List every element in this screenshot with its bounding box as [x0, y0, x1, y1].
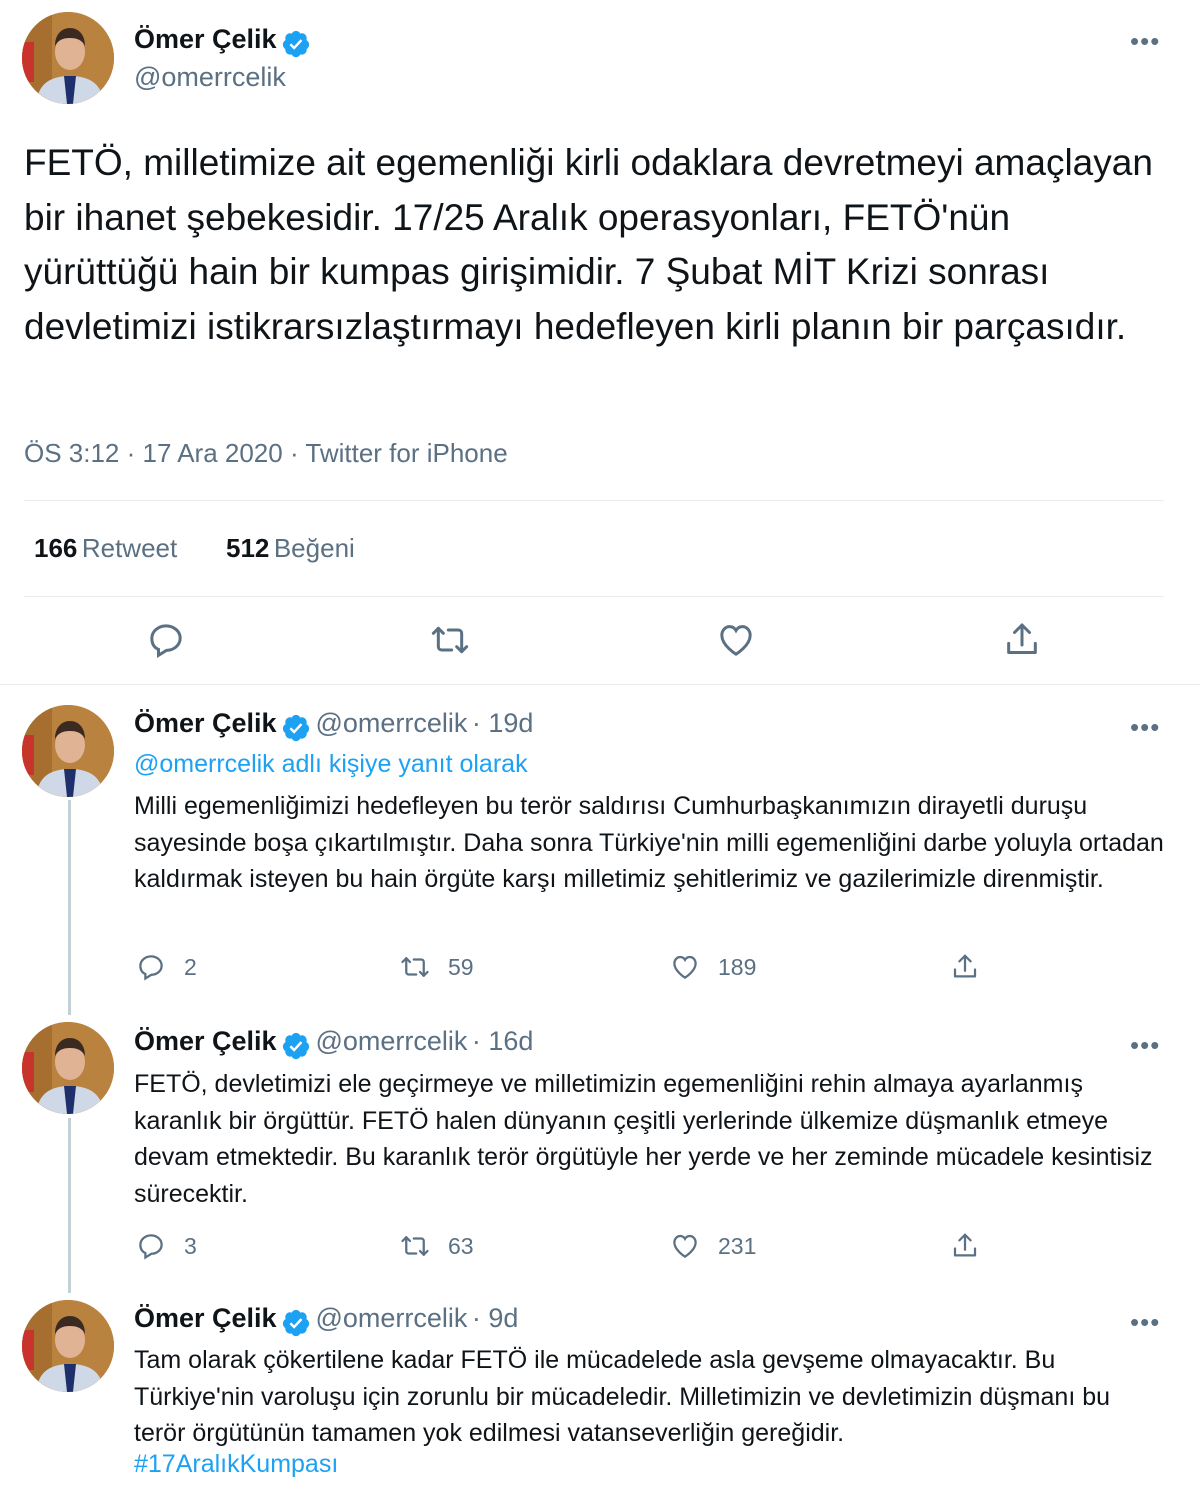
retweet-icon	[400, 1231, 430, 1261]
like-count: 512	[226, 533, 270, 563]
more-icon[interactable]: •••	[1130, 1030, 1160, 1061]
verified-badge-icon	[281, 713, 311, 743]
author-name[interactable]: Ömer Çelik	[134, 24, 277, 54]
more-icon[interactable]: •••	[1130, 712, 1160, 743]
retweet-count: 166	[34, 533, 78, 563]
reply-header: Ömer Çelik @omerrcelik · 19d	[134, 708, 533, 743]
hashtag-link[interactable]: #17AralıkKumpası	[134, 1450, 338, 1479]
reply-action[interactable]: 3	[136, 1231, 197, 1261]
divider	[0, 684, 1200, 685]
tweet-text: Milli egemenliğimizi hedefleyen bu terör…	[134, 792, 1164, 893]
reply-count: 2	[184, 953, 197, 980]
reply-header: Ömer Çelik @omerrcelik · 9d	[134, 1303, 518, 1338]
author-handle[interactable]: @omerrcelik	[315, 1026, 467, 1056]
avatar[interactable]	[22, 1300, 114, 1392]
reply-icon[interactable]	[146, 620, 186, 660]
reply-icon	[136, 1231, 166, 1261]
more-icon[interactable]: •••	[1130, 26, 1160, 57]
retweet-count: 63	[448, 1232, 474, 1259]
reply-count: 3	[184, 1232, 197, 1259]
more-icon[interactable]: •••	[1130, 1307, 1160, 1338]
like-action[interactable]: 189	[670, 952, 756, 982]
avatar[interactable]	[22, 12, 114, 104]
author-header: Ömer Çelik	[134, 24, 311, 59]
like-count: 231	[718, 1232, 757, 1259]
tweet-text: FETÖ, devletimizi ele geçirmeye ve mille…	[134, 1070, 1153, 1208]
tweet-time[interactable]: · 9d	[472, 1303, 519, 1333]
like-label: Beğeni	[273, 533, 355, 563]
like-icon	[670, 1231, 700, 1261]
reply-action[interactable]: 2	[136, 952, 197, 982]
tweet-text: FETÖ, milletimize ait egemenliği kirli o…	[24, 142, 1153, 347]
reply-to-label[interactable]: @omerrcelik adlı kişiye yanıt olarak	[134, 750, 528, 779]
verified-badge-icon	[281, 1308, 311, 1338]
author-name[interactable]: Ömer Çelik	[134, 1303, 277, 1333]
author-name[interactable]: Ömer Çelik	[134, 708, 277, 738]
retweet-icon[interactable]	[430, 620, 470, 660]
like-stat[interactable]: 512 Beğeni	[226, 533, 355, 564]
like-action[interactable]: 231	[670, 1231, 756, 1261]
retweet-action[interactable]: 59	[400, 952, 474, 982]
author-handle[interactable]: @omerrcelik	[315, 1303, 467, 1333]
thread-line	[68, 1118, 71, 1293]
retweet-action[interactable]: 63	[400, 1231, 474, 1261]
retweet-label: Retweet	[81, 533, 178, 563]
avatar[interactable]	[22, 705, 114, 797]
retweet-icon	[400, 952, 430, 982]
verified-badge-icon	[281, 29, 311, 59]
reply-icon	[136, 952, 166, 982]
divider	[24, 596, 1164, 597]
like-icon	[670, 952, 700, 982]
author-handle[interactable]: @omerrcelik	[315, 708, 467, 738]
tweet-meta: ÖS 3:12 · 17 Ara 2020 · Twitter for iPho…	[24, 438, 508, 468]
reply-header: Ömer Çelik @omerrcelik · 16d	[134, 1026, 533, 1061]
like-count: 189	[718, 953, 757, 980]
retweet-count: 59	[448, 953, 474, 980]
tweet-text: Tam olarak çökertilene kadar FETÖ ile mü…	[134, 1346, 1111, 1447]
like-icon[interactable]	[716, 620, 756, 660]
tweet-time[interactable]: · 19d	[472, 708, 534, 738]
thread-line	[68, 800, 71, 1015]
share-icon[interactable]	[950, 1231, 980, 1261]
retweet-stat[interactable]: 166 Retweet	[34, 533, 177, 564]
share-icon[interactable]	[1002, 620, 1042, 660]
author-handle[interactable]: @omerrcelik	[134, 62, 286, 93]
share-icon[interactable]	[950, 952, 980, 982]
avatar[interactable]	[22, 1022, 114, 1114]
divider	[24, 500, 1164, 501]
verified-badge-icon	[281, 1031, 311, 1061]
author-name[interactable]: Ömer Çelik	[134, 1026, 277, 1056]
tweet-time[interactable]: · 16d	[472, 1026, 534, 1056]
